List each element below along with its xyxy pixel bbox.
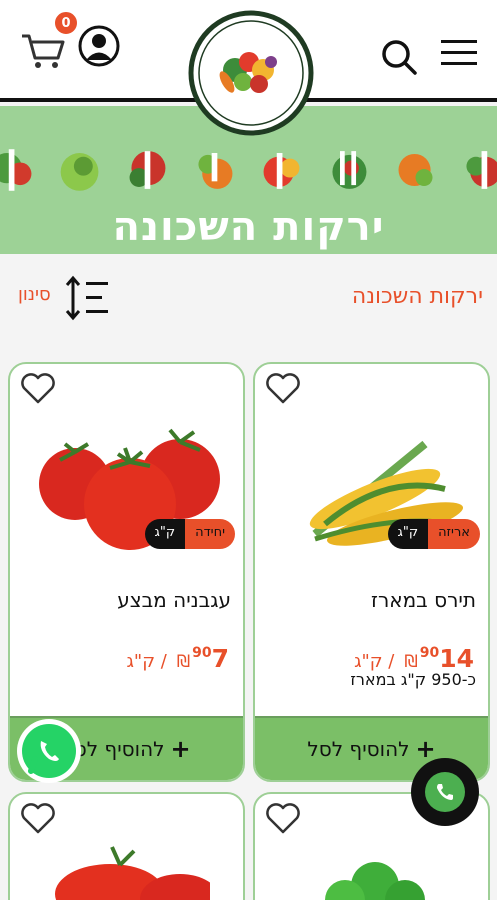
whatsapp-chat-icon[interactable]	[15, 717, 83, 785]
vegetable-letter-image	[332, 151, 367, 189]
favorite-heart-icon[interactable]	[18, 370, 58, 406]
unit-toggle[interactable]: ק"ג יחידה	[144, 519, 235, 549]
filter-label[interactable]: סינון	[18, 284, 51, 305]
product-note: כ-950 ק"ג במארז	[350, 670, 476, 689]
product-image-tomato	[55, 846, 210, 900]
vegetable-letter-image	[129, 151, 166, 189]
banner-title: ירקות השכונה	[112, 204, 385, 250]
vegetable-letter-image	[0, 149, 32, 191]
currency-symbol: ₪	[404, 652, 418, 672]
vegetable-letter-image	[398, 153, 433, 187]
call-floating-button[interactable]	[411, 758, 479, 826]
search-icon[interactable]	[380, 38, 418, 76]
unit-option-package[interactable]: אריזה	[428, 519, 480, 549]
hamburger-menu-icon[interactable]	[441, 38, 477, 68]
vegetable-letter-image	[198, 153, 233, 189]
price-integer: 7	[211, 644, 229, 673]
sort-filter-icon[interactable]	[64, 274, 112, 322]
favorite-heart-icon[interactable]	[263, 370, 303, 406]
cart-icon[interactable]	[20, 30, 66, 70]
unit-option-unit[interactable]: יחידה	[185, 519, 235, 549]
user-account-icon[interactable]	[78, 25, 120, 67]
favorite-heart-icon[interactable]	[263, 800, 303, 836]
vegetable-letter-image	[60, 153, 99, 191]
listing-toolbar: סינון ירקות השכונה	[0, 262, 497, 342]
vegetable-letter-image	[466, 151, 497, 189]
decorative-vegetable-letters	[0, 138, 497, 210]
product-name: עגבניה מבצע	[117, 588, 231, 612]
plus-icon: +	[170, 735, 191, 763]
unit-toggle[interactable]: ק"ג אריזה	[387, 519, 480, 549]
product-image-lime	[325, 862, 425, 900]
price-unit: / ק"ג	[354, 651, 395, 672]
price-cents: 90	[192, 645, 212, 661]
unit-option-kg[interactable]: ק"ג	[387, 519, 429, 549]
product-price: 7 90 ₪ / ק"ג	[127, 644, 230, 673]
unit-option-kg[interactable]: ק"ג	[144, 519, 186, 549]
add-to-cart-label: להוסיף לסל	[307, 737, 410, 761]
vegetable-letter-image	[263, 153, 300, 189]
site-header: 0	[0, 0, 497, 136]
phone-icon	[437, 784, 453, 800]
price-unit: / ק"ג	[126, 651, 167, 672]
favorite-heart-icon[interactable]	[18, 800, 58, 836]
product-card[interactable]: ק"ג אריזה תירס במארז 14 90 ₪ / ק"ג כ-950…	[253, 362, 490, 782]
cart-count-badge: 0	[53, 10, 79, 36]
phone-icon-bg	[425, 772, 465, 812]
product-price: 14 90 ₪ / ק"ג	[354, 644, 474, 673]
product-card[interactable]	[8, 792, 245, 900]
breadcrumb[interactable]: ירקות השכונה	[352, 284, 483, 309]
currency-symbol: ₪	[176, 652, 191, 672]
price-cents: 90	[419, 645, 440, 661]
site-logo[interactable]	[187, 4, 315, 142]
price-integer: 14	[439, 644, 474, 673]
plus-icon: +	[415, 735, 436, 763]
product-name: תירס במארז	[371, 588, 476, 612]
